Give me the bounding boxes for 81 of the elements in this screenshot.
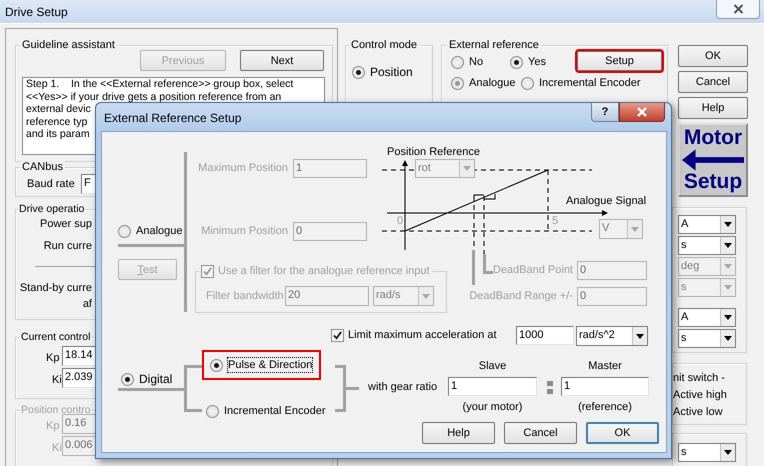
field-label: Kp	[46, 351, 60, 365]
field-label: Run curre	[44, 239, 92, 253]
caret-icon	[724, 450, 732, 455]
dialog-title: External Reference Setup	[104, 111, 242, 125]
close-icon	[732, 4, 744, 14]
close-button[interactable]	[716, 0, 760, 19]
field-label: Minimum Position	[201, 224, 288, 238]
field-label: Baud rate	[27, 177, 75, 191]
column-heading: Slave	[478, 359, 506, 373]
checkbox[interactable]: Limit maximum acceleration at	[331, 328, 497, 342]
text-line: and its param	[26, 128, 90, 140]
help-button[interactable]: ?	[591, 103, 619, 122]
radio-button[interactable]: Position	[352, 65, 413, 79]
caret-icon	[724, 336, 732, 341]
field-label: with gear ratio	[368, 380, 438, 394]
setup-button[interactable]: Setup	[577, 51, 662, 71]
text-line: external devic	[26, 103, 91, 116]
field-label: DeadBand Point	[492, 263, 573, 277]
field-label: DeadBand Range +/-	[469, 289, 573, 303]
radio-button[interactable]: Incremental Encoder	[206, 404, 326, 418]
radio-button[interactable]: Analogue	[451, 76, 516, 90]
field-label: Ki	[52, 441, 62, 455]
caret-icon	[724, 264, 732, 269]
axis-label: Position Reference	[387, 145, 480, 159]
close-button[interactable]	[619, 103, 665, 122]
left-arrow-icon	[682, 149, 744, 171]
dialog-button[interactable]: Help	[422, 422, 495, 444]
caret-icon	[724, 243, 732, 248]
option-label: Active low	[673, 405, 724, 419]
group-title: Drive operatio	[18, 202, 86, 216]
radio-button[interactable]: Digital	[121, 372, 172, 386]
caption: (reference)	[578, 400, 632, 414]
close-icon	[636, 107, 648, 117]
motor-setup-button[interactable]: Motor Setup	[678, 123, 748, 197]
caret-icon	[724, 285, 732, 290]
radio-button[interactable]: Incremental Encoder	[521, 76, 640, 90]
dialog-button[interactable]: OK	[586, 422, 659, 444]
field-label: Stand-by curre	[20, 281, 92, 295]
field-label: af	[82, 297, 92, 311]
input-field[interactable]: 1000	[516, 326, 574, 345]
field-label: Filter bandwidth	[206, 289, 284, 303]
axis-tick-label: 0	[397, 214, 404, 228]
axis-label: Analogue Signal	[566, 194, 646, 208]
dropdown[interactable]: A	[678, 215, 736, 234]
dialog-button[interactable]: OK	[678, 45, 748, 67]
caret-icon	[724, 315, 732, 320]
radio-button[interactable]: Yes	[510, 55, 546, 69]
radio-button[interactable]: No	[451, 55, 484, 69]
dialog-button[interactable]: Cancel	[678, 71, 748, 93]
caret-icon	[636, 334, 644, 338]
option-label: nit switch -	[673, 371, 726, 385]
input-field[interactable]: 1	[448, 377, 537, 396]
dialog-button[interactable]: Help	[678, 97, 748, 119]
caret-icon	[422, 294, 430, 298]
dropdown[interactable]: rad/s^2	[576, 326, 648, 346]
caret-icon	[724, 222, 732, 227]
dialog-button[interactable]: Cancel	[504, 422, 577, 444]
dropdown[interactable]: s	[678, 443, 736, 462]
window-title: Drive Setup	[5, 4, 68, 18]
dropdown[interactable]: s	[678, 236, 736, 255]
nav-button[interactable]: Next	[240, 50, 324, 71]
text-line: Step 1. In the <<External reference>> group box, select	[26, 78, 294, 90]
column-heading: Master	[588, 359, 622, 373]
caret-icon	[463, 166, 471, 171]
text-line: reference typ	[26, 116, 88, 128]
caret-icon	[631, 226, 639, 232]
field-label: Ki	[52, 373, 62, 387]
dropdown[interactable]: A	[678, 308, 736, 327]
caption: (your motor)	[462, 400, 522, 414]
field-label: Power sup	[40, 217, 92, 231]
ratio-colon-icon	[547, 380, 553, 394]
dropdown[interactable]: s	[678, 329, 736, 348]
axis-tick-label: 5	[552, 214, 558, 228]
checkmark-icon	[203, 266, 212, 276]
option-label: Active high	[673, 388, 727, 402]
field-label: Maximum Position	[198, 161, 288, 175]
text-line: <<Yes>> if your drive gets a position reference from an	[26, 90, 282, 103]
field-label: Kp	[46, 419, 60, 433]
checkmark-icon	[333, 330, 342, 340]
input-field[interactable]: 1	[561, 377, 649, 396]
bracket-line	[483, 254, 493, 274]
